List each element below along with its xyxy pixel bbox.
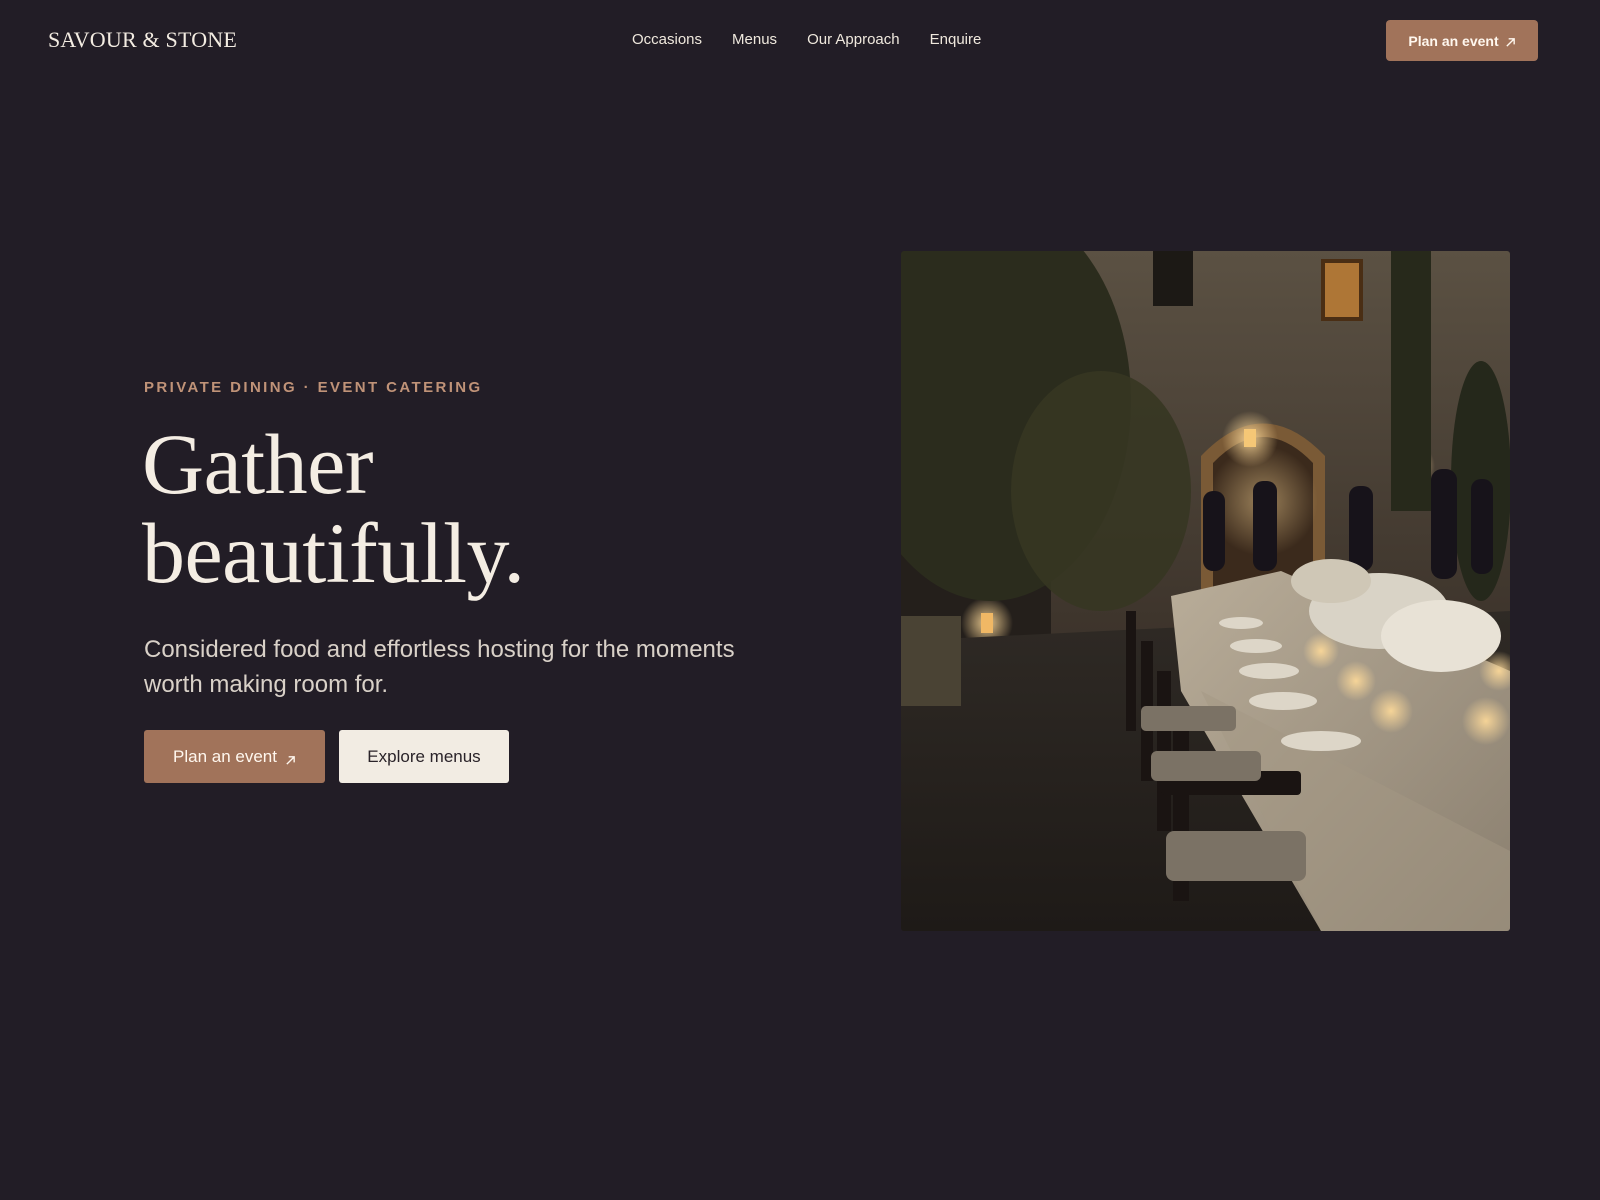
nav-link-occasions[interactable]: Occasions (632, 31, 702, 48)
nav-link-enquire[interactable]: Enquire (930, 31, 982, 48)
hero-image (901, 251, 1510, 931)
nav-link-our-approach[interactable]: Our Approach (807, 31, 900, 48)
arrow-up-right-icon (285, 751, 296, 765)
hero-headline-line-1: Gather (142, 416, 373, 512)
plan-event-label: Plan an event (173, 746, 277, 766)
hero-lead: Considered food and effortless hosting f… (144, 636, 735, 698)
explore-menus-label: Explore menus (367, 746, 481, 766)
plan-event-button[interactable]: Plan an event (144, 730, 325, 783)
hero-eyebrow: PRIVATE DINING · EVENT CATERING (144, 379, 483, 396)
hero-headline: Gather beautifully. (142, 420, 822, 598)
banquet-photo (901, 251, 1510, 931)
site-header: SAVOUR & STONE Occasions Menus Our Appro… (0, 0, 1600, 82)
brand-logo[interactable]: SAVOUR & STONE (48, 27, 237, 53)
hero-headline-line-2: beautifully. (142, 505, 525, 601)
arrow-up-right-icon (1505, 35, 1516, 47)
main-nav: Occasions Menus Our Approach Enquire (632, 31, 981, 48)
explore-menus-button[interactable]: Explore menus (339, 730, 509, 783)
header-plan-event-button[interactable]: Plan an event (1386, 20, 1538, 61)
header-plan-event-label: Plan an event (1408, 32, 1499, 49)
nav-link-menus[interactable]: Menus (732, 31, 777, 48)
